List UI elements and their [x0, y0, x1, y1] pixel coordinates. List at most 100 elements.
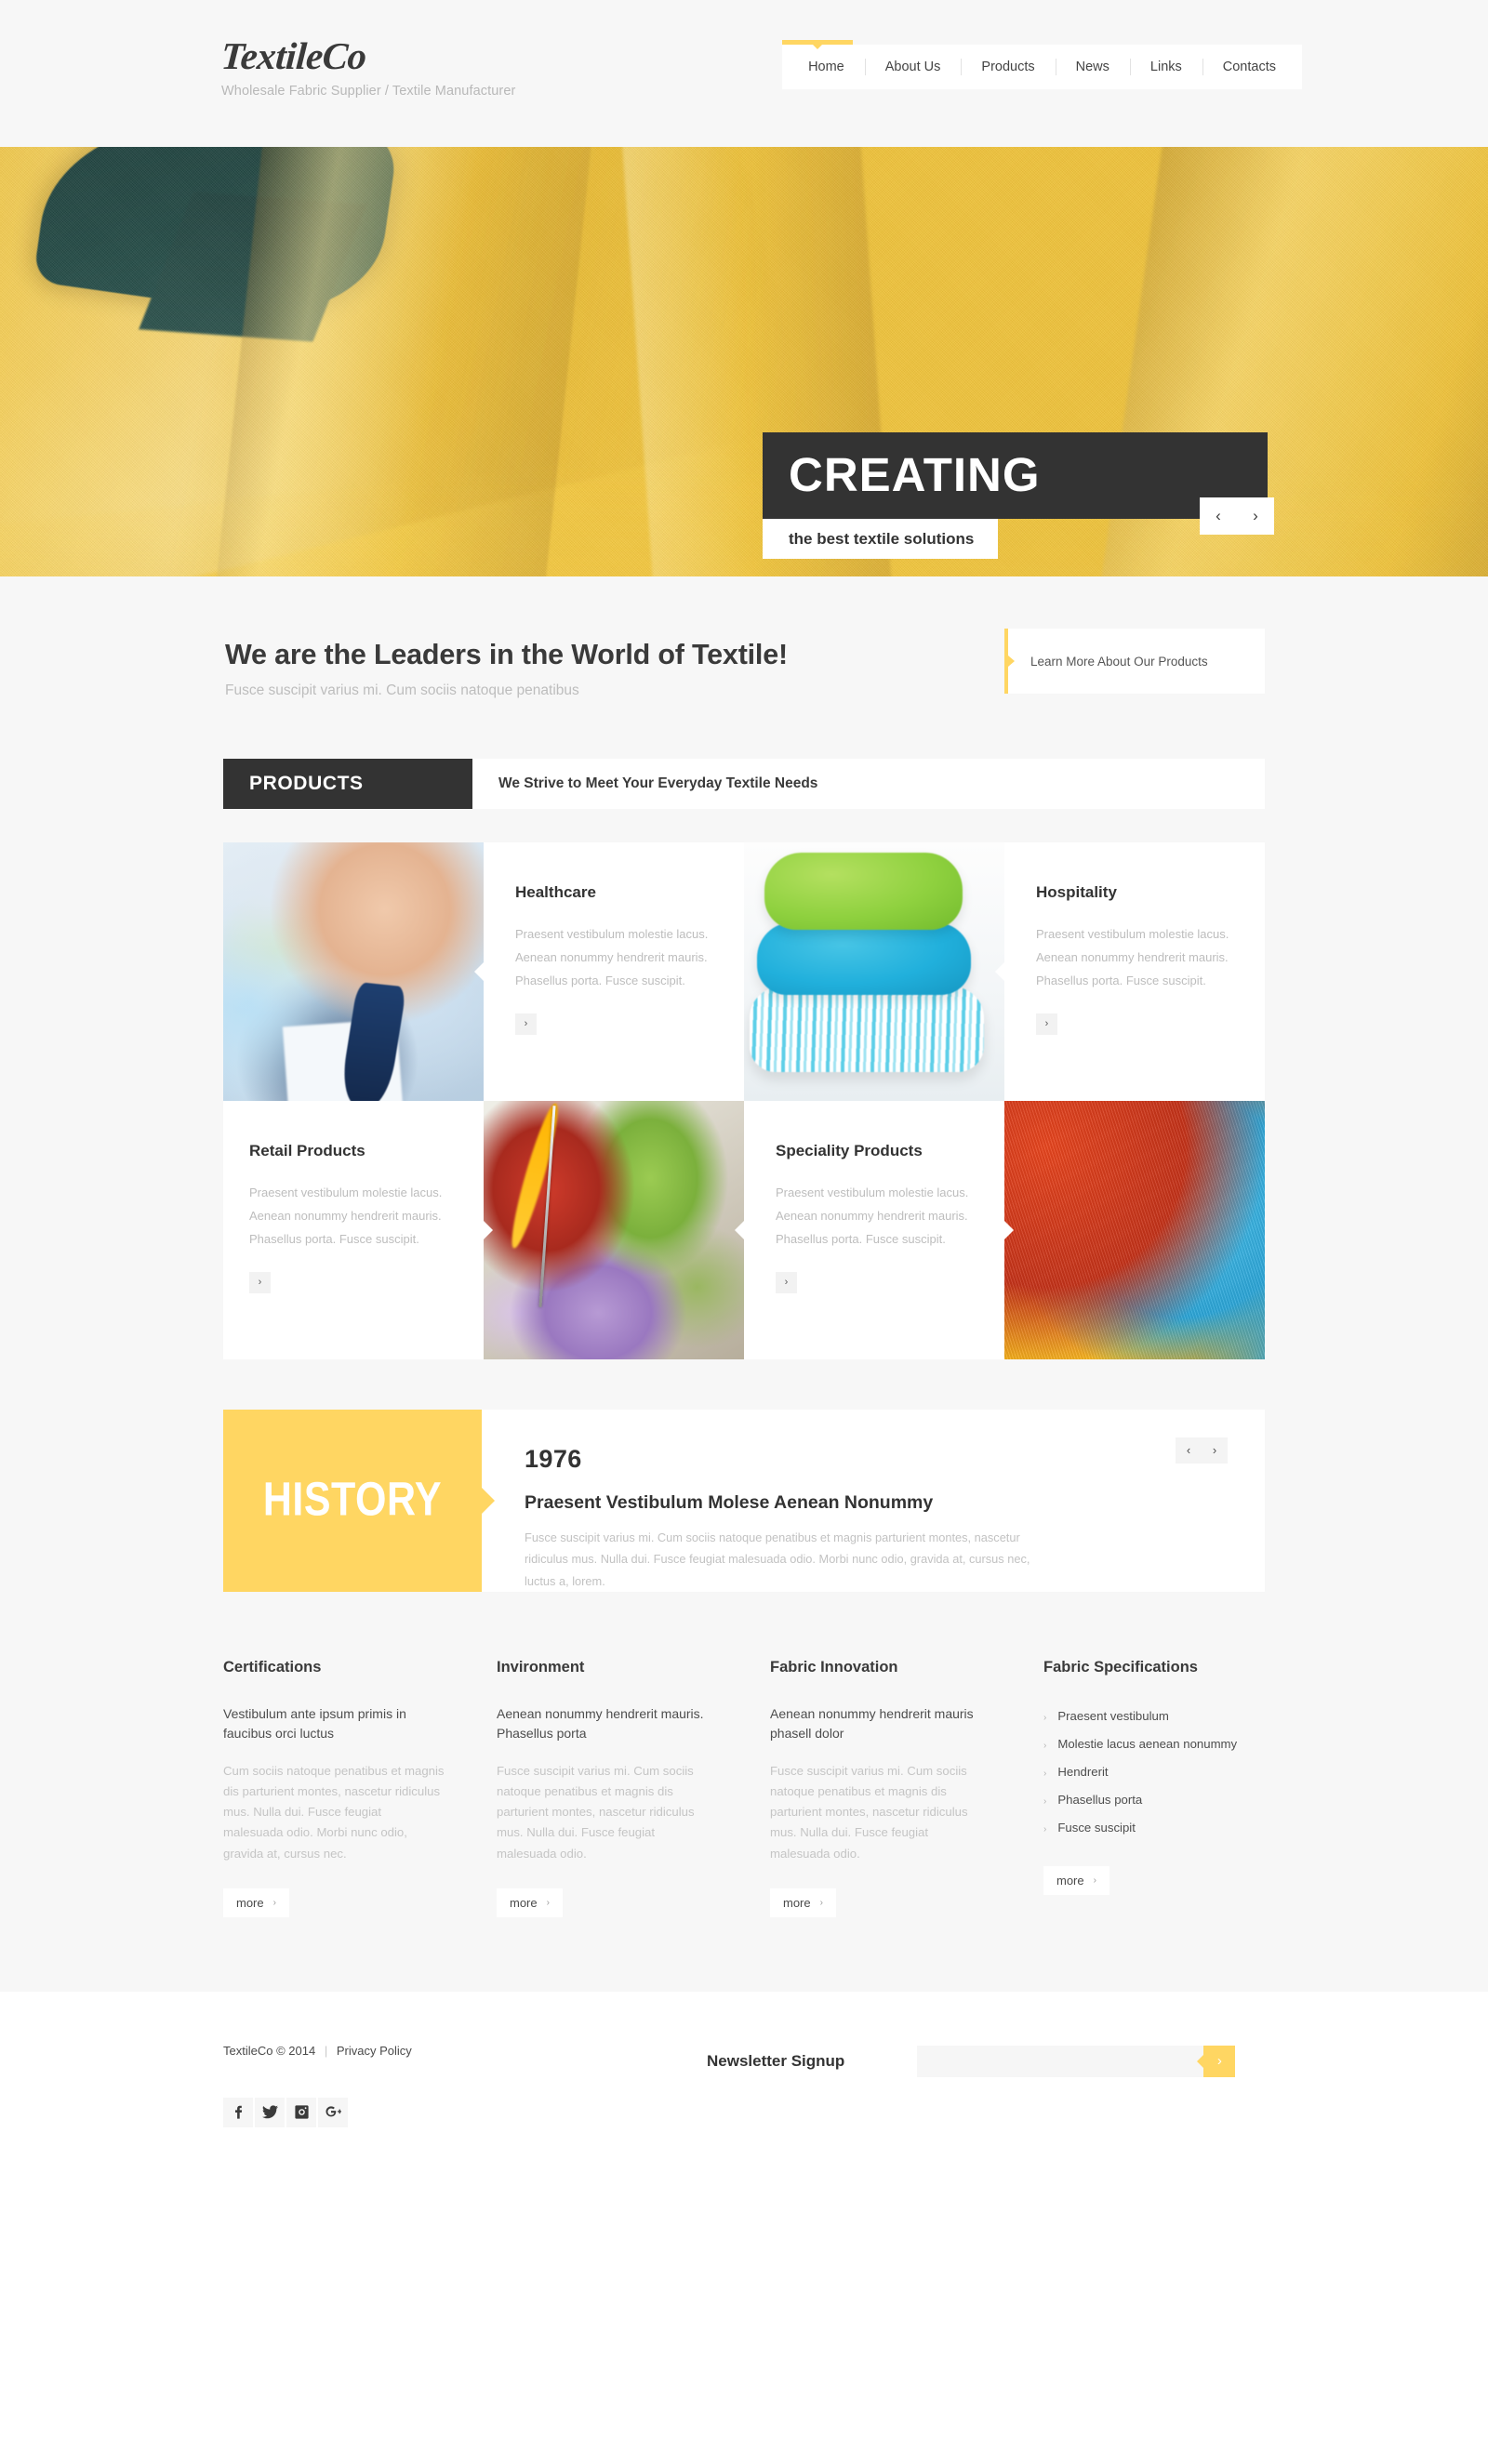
specifications-list: › Praesent vestibulum › Molestie lacus a…	[1043, 1702, 1265, 1842]
chevron-right-icon: ›	[1043, 1741, 1047, 1752]
social-links	[223, 2097, 707, 2127]
product-more-button[interactable]: ›	[776, 1271, 797, 1293]
info-title: Invironment	[497, 1658, 585, 1676]
learn-more-button[interactable]: Learn More About Our Products	[1004, 629, 1265, 694]
info-body: Fusce suscipit varius mi. Cum sociis nat…	[497, 1763, 695, 1861]
list-item-label: Molestie lacus aenean nonummy	[1057, 1737, 1238, 1752]
products-header-bar: PRODUCTS We Strive to Meet Your Everyday…	[223, 758, 1265, 809]
info-more-label: more	[510, 1895, 538, 1910]
list-item[interactable]: › Fusce suscipit	[1043, 1814, 1265, 1842]
hero-subheadline: the best textile solutions	[763, 519, 999, 559]
history-label-block: HISTORY	[223, 1409, 495, 1592]
info-more-label: more	[236, 1895, 264, 1910]
logo-block[interactable]: TextileCo Wholesale Fabric Supplier / Te…	[219, 34, 517, 99]
product-image-healthcare[interactable]	[223, 841, 484, 1101]
site-logo[interactable]: TextileCo	[219, 34, 517, 77]
arrow-notch-icon	[474, 960, 484, 982]
info-more-button[interactable]: more ›	[497, 1888, 563, 1917]
healthcare-doctor-photo	[223, 841, 484, 1101]
hero-headline: CREATING	[763, 432, 1268, 519]
info-lead: Vestibulum ante ipsum primis in faucibus…	[223, 1705, 406, 1742]
product-description: Praesent vestibulum molestie lacus. Aene…	[249, 1185, 443, 1247]
page-root: TextileCo Wholesale Fabric Supplier / Te…	[0, 0, 1488, 2183]
info-body: Cum sociis natoque penatibus et magnis d…	[223, 1763, 445, 1861]
hero-slider: CREATING the best textile solutions ‹ ›	[0, 147, 1488, 576]
info-title: Certifications	[223, 1658, 322, 1676]
main-navigation: Home About Us Products News Links Contac…	[782, 40, 1302, 89]
site-footer: TextileCo © 2014 | Privacy Policy Newsle…	[0, 1991, 1488, 2183]
site-header: TextileCo Wholesale Fabric Supplier / Te…	[0, 0, 1488, 147]
list-item[interactable]: › Molestie lacus aenean nonummy	[1043, 1730, 1265, 1758]
arrow-notch-icon	[995, 960, 1004, 982]
chevron-right-icon: ›	[819, 1897, 823, 1908]
newsletter-email-input[interactable]	[917, 2045, 1204, 2077]
retail-yarn-needle-photo	[484, 1100, 744, 1359]
hero-prev-icon[interactable]: ‹	[1200, 497, 1237, 535]
product-card-hospitality: Hospitality Praesent vestibulum molestie…	[1004, 841, 1265, 1101]
list-item-label: Fusce suscipit	[1057, 1821, 1136, 1835]
chevron-right-icon: ›	[1043, 1769, 1047, 1780]
product-title: Hospitality	[1036, 882, 1117, 901]
products-tagline: We Strive to Meet Your Everyday Textile …	[498, 775, 818, 791]
product-title: Speciality Products	[776, 1141, 923, 1159]
list-item[interactable]: › Phasellus porta	[1043, 1786, 1265, 1814]
nav-item-about-us[interactable]: About Us	[864, 45, 962, 89]
product-image-retail[interactable]	[484, 1100, 744, 1359]
newsletter-submit-button[interactable]: ›	[1197, 2045, 1236, 2077]
product-title: Healthcare	[515, 882, 596, 901]
history-heading: Praesent Vestibulum Molese Aenean Nonumm…	[525, 1491, 934, 1513]
site-tagline: Wholesale Fabric Supplier / Textile Manu…	[221, 84, 516, 99]
info-more-button[interactable]: more ›	[223, 1888, 289, 1917]
info-column-fabric-innovation: Fabric Innovation Aenean nonummy hendrer…	[770, 1659, 991, 1917]
product-more-button[interactable]: ›	[1036, 1013, 1057, 1035]
info-column-certifications: Certifications Vestibulum ante ipsum pri…	[223, 1659, 445, 1917]
chevron-right-icon: ›	[546, 1897, 550, 1908]
googleplus-icon[interactable]	[318, 2097, 348, 2127]
product-card-healthcare: Healthcare Praesent vestibulum molestie …	[484, 841, 744, 1101]
nav-item-links[interactable]: Links	[1129, 45, 1202, 89]
list-item[interactable]: › Hendrerit	[1043, 1758, 1265, 1786]
product-description: Praesent vestibulum molestie lacus. Aene…	[776, 1185, 969, 1247]
info-more-label: more	[1056, 1873, 1084, 1888]
nav-item-products[interactable]: Products	[961, 45, 1055, 89]
hero-next-icon[interactable]: ›	[1237, 497, 1274, 535]
privacy-policy-link[interactable]: Privacy Policy	[337, 2044, 412, 2058]
history-next-icon[interactable]: ›	[1202, 1437, 1228, 1464]
hero-slider-controls: ‹ ›	[1200, 497, 1274, 535]
nav-item-contacts[interactable]: Contacts	[1202, 45, 1296, 89]
nav-item-news[interactable]: News	[1055, 45, 1130, 89]
product-card-retail: Retail Products Praesent vestibulum mole…	[223, 1100, 484, 1359]
hero-caption: CREATING the best textile solutions	[763, 432, 1488, 559]
product-title: Retail Products	[249, 1141, 365, 1159]
instagram-icon[interactable]	[286, 2097, 316, 2127]
product-description: Praesent vestibulum molestie lacus. Aene…	[515, 926, 709, 988]
product-more-button[interactable]: ›	[515, 1013, 537, 1035]
products-grid: Healthcare Praesent vestibulum molestie …	[223, 841, 1265, 1359]
info-more-button[interactable]: more ›	[770, 1888, 836, 1917]
copyright-text: TextileCo © 2014	[223, 2043, 316, 2058]
info-title: Fabric Specifications	[1043, 1658, 1198, 1676]
nav-item-home[interactable]: Home	[788, 45, 865, 89]
product-more-button[interactable]: ›	[249, 1271, 271, 1293]
history-panel: HISTORY 1976 Praesent Vestibulum Molese …	[223, 1409, 1265, 1592]
info-more-button[interactable]: more ›	[1043, 1865, 1109, 1895]
info-column-fabric-specifications: Fabric Specifications › Praesent vestibu…	[1043, 1659, 1265, 1917]
facebook-icon[interactable]	[223, 2097, 253, 2127]
leaders-section: We are the Leaders in the World of Texti…	[0, 576, 1488, 699]
history-year: 1976	[525, 1444, 582, 1473]
info-section: Certifications Vestibulum ante ipsum pri…	[0, 1591, 1488, 1992]
list-item-label: Phasellus porta	[1057, 1793, 1143, 1808]
chevron-right-icon: ›	[272, 1897, 276, 1908]
list-item[interactable]: › Praesent vestibulum	[1043, 1702, 1265, 1730]
copyright: TextileCo © 2014 | Privacy Policy	[223, 2044, 707, 2058]
history-body: Fusce suscipit varius mi. Cum sociis nat…	[525, 1530, 1030, 1588]
arrow-notch-icon	[735, 1219, 744, 1240]
separator: |	[324, 2043, 328, 2058]
product-image-speciality[interactable]	[1004, 1100, 1265, 1359]
list-item-label: Hendrerit	[1057, 1765, 1109, 1780]
twitter-icon[interactable]	[255, 2097, 285, 2127]
arrow-notch-icon	[484, 1219, 493, 1240]
newsletter-form: ›	[917, 2045, 1236, 2077]
product-image-hospitality[interactable]	[744, 841, 1004, 1101]
history-prev-icon[interactable]: ‹	[1176, 1437, 1202, 1464]
